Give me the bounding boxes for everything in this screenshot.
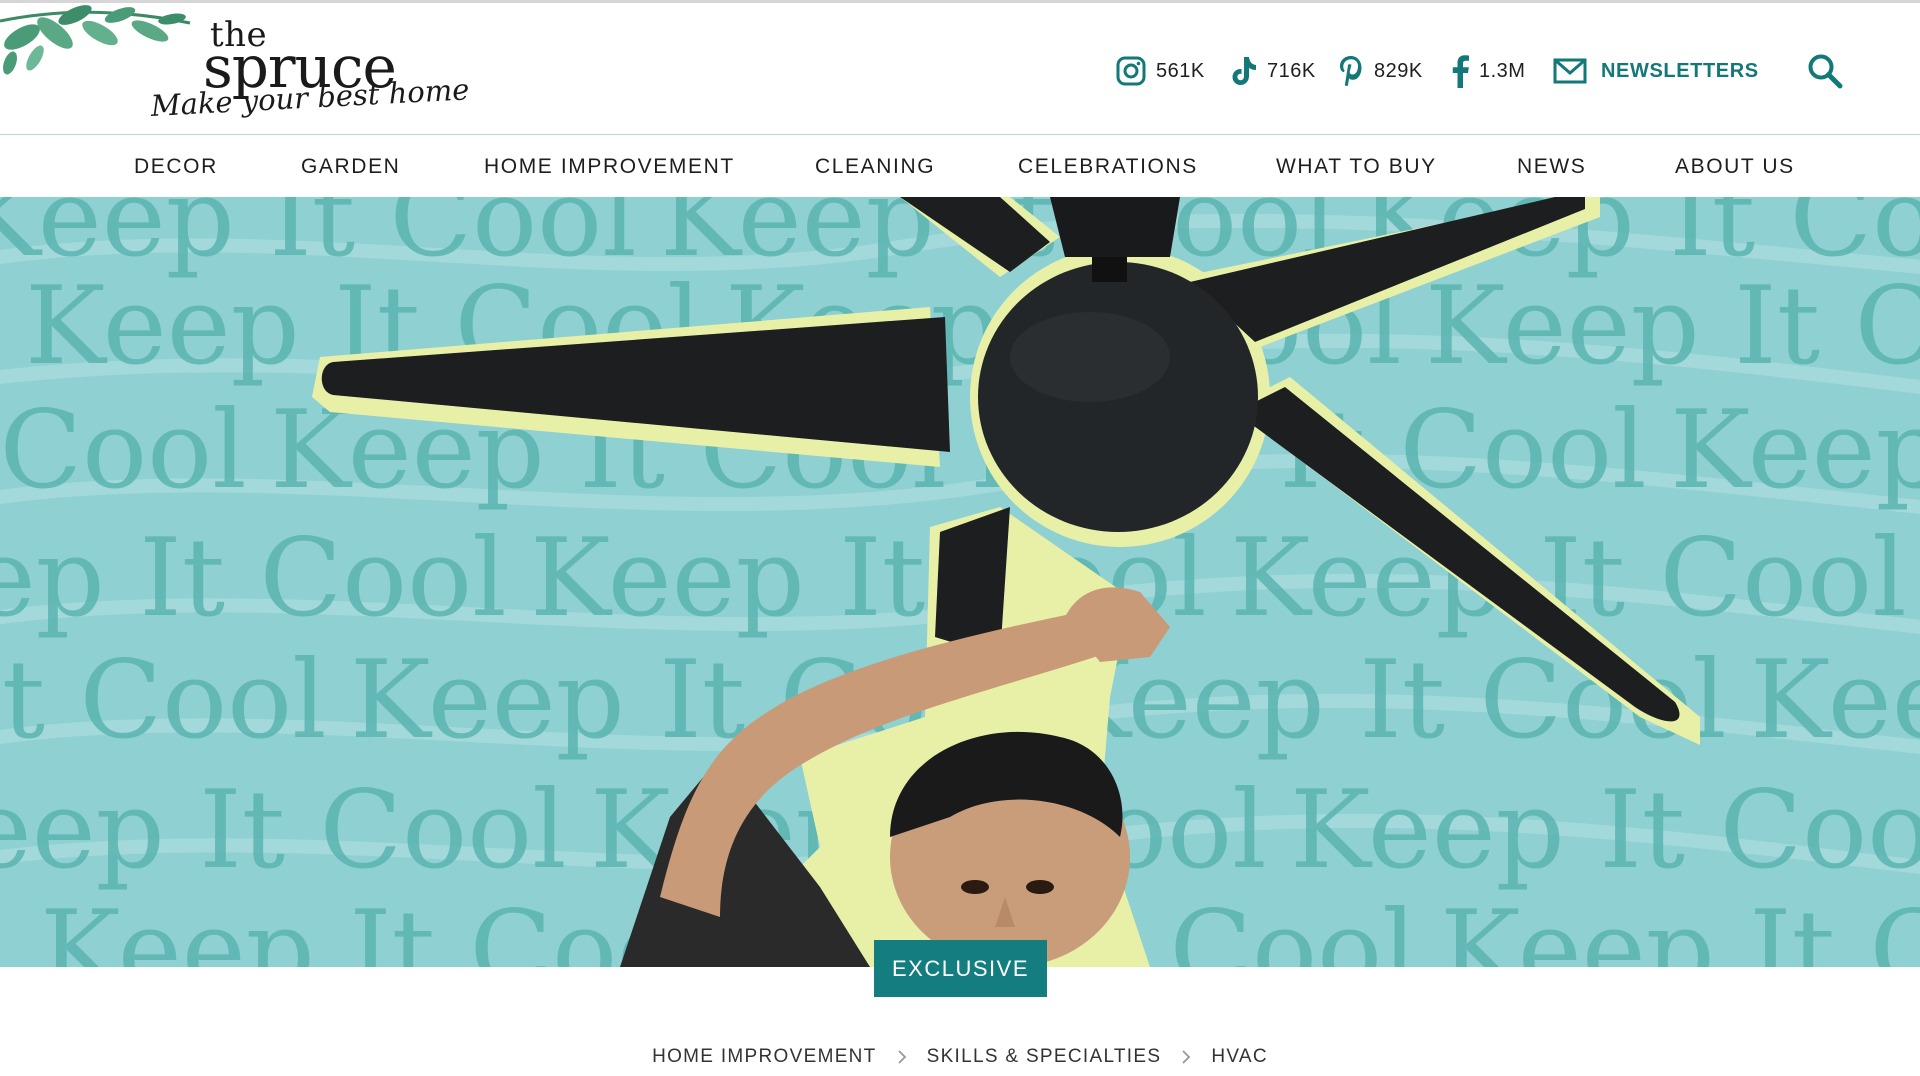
site-logo[interactable]: the spruce Make your best home bbox=[0, 3, 470, 134]
nav-item-home-improvement[interactable]: HOME IMPROVEMENT bbox=[484, 135, 735, 198]
breadcrumb: HOME IMPROVEMENT SKILLS & SPECIALTIES HV… bbox=[0, 1042, 1920, 1072]
tiktok-count: 716K bbox=[1267, 59, 1316, 82]
nav-item-what-to-buy[interactable]: WHAT TO BUY bbox=[1276, 135, 1437, 198]
search-button[interactable] bbox=[1805, 51, 1845, 91]
chevron-right-icon bbox=[1181, 1049, 1191, 1065]
breadcrumb-home-improvement[interactable]: HOME IMPROVEMENT bbox=[652, 1046, 877, 1068]
logo-tagline: Make your best home bbox=[150, 72, 471, 123]
facebook-count: 1.3M bbox=[1479, 59, 1526, 82]
exclusive-badge: EXCLUSIVE bbox=[874, 940, 1047, 997]
chevron-right-icon bbox=[897, 1049, 907, 1065]
facebook-icon bbox=[1452, 55, 1469, 88]
tiktok-icon bbox=[1232, 57, 1256, 85]
pattern-text-row-6: Keep It Cool bbox=[0, 768, 567, 893]
leaves-icon bbox=[0, 5, 191, 75]
main-nav: DECOR GARDEN HOME IMPROVEMENT CLEANING C… bbox=[0, 135, 1920, 198]
nav-item-decor[interactable]: DECOR bbox=[134, 135, 218, 198]
search-icon bbox=[1808, 54, 1843, 89]
pattern-text-row-4: Keep It Cool bbox=[0, 516, 507, 641]
mail-icon bbox=[1553, 58, 1587, 84]
pattern-text-row-3d: Keep It Cool bbox=[1670, 388, 1920, 513]
pinterest-icon bbox=[1340, 56, 1362, 86]
newsletters-label: NEWSLETTERS bbox=[1601, 59, 1759, 82]
site-header: the spruce Make your best home 561K 716K… bbox=[0, 3, 1920, 135]
hero-illustration: Keep It Cool Keep It Cool Keep It Cool K… bbox=[0, 197, 1920, 967]
pattern-text-row-5: Keep It Cool bbox=[0, 638, 327, 763]
pattern-text-row-3: Keep It Cool bbox=[0, 388, 247, 513]
pinterest-count: 829K bbox=[1374, 59, 1423, 82]
pattern-text-row-7: Keep It Cool bbox=[40, 888, 717, 967]
pattern-text-row-6c: Keep It Cool bbox=[1290, 768, 1920, 893]
nav-item-cleaning[interactable]: CLEANING bbox=[815, 135, 935, 198]
pattern-text-row-7c: Keep It Cool bbox=[1440, 888, 1920, 967]
nav-item-garden[interactable]: GARDEN bbox=[301, 135, 400, 198]
pattern-text-row-2c: Keep It Cool bbox=[1425, 264, 1920, 389]
instagram-link[interactable]: 561K bbox=[1115, 51, 1205, 91]
breadcrumb-hvac[interactable]: HVAC bbox=[1211, 1046, 1268, 1068]
hero-image: Keep It Cool Keep It Cool Keep It Cool K… bbox=[0, 197, 1920, 967]
nav-item-about-us[interactable]: ABOUT US bbox=[1675, 135, 1795, 198]
pattern-text-row-5d: Keep It Cool bbox=[1750, 638, 1920, 763]
tiktok-link[interactable]: 716K bbox=[1230, 51, 1316, 91]
instagram-count: 561K bbox=[1156, 59, 1205, 82]
pinterest-link[interactable]: 829K bbox=[1337, 51, 1423, 91]
breadcrumb-skills-specialties[interactable]: SKILLS & SPECIALTIES bbox=[927, 1046, 1162, 1068]
newsletters-link[interactable]: NEWSLETTERS bbox=[1553, 51, 1759, 91]
nav-item-news[interactable]: NEWS bbox=[1517, 135, 1586, 198]
nav-item-celebrations[interactable]: CELEBRATIONS bbox=[1018, 135, 1198, 198]
facebook-link[interactable]: 1.3M bbox=[1450, 51, 1525, 91]
instagram-icon bbox=[1116, 56, 1146, 86]
